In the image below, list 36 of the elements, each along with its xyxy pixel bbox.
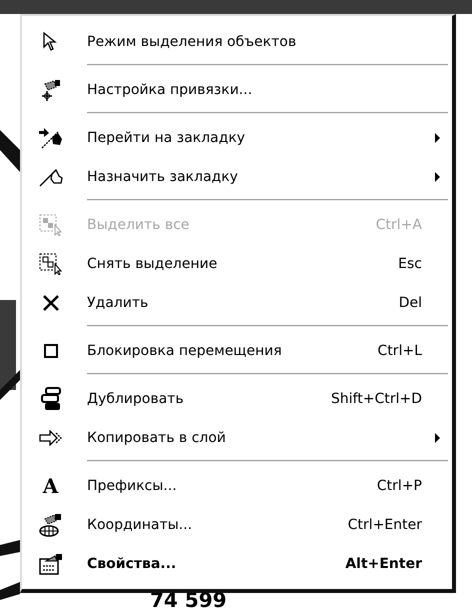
deselect-icon (38, 252, 62, 274)
canvas-label: 74 599 (150, 589, 227, 611)
canvas-stroke (0, 582, 20, 600)
menu-item[interactable]: Снять выделение Esc (22, 244, 452, 283)
menu-item[interactable]: Дублировать Shift+Ctrl+D (22, 379, 452, 418)
flag-icon (38, 166, 62, 186)
menu-item[interactable]: Режим выделения объектов (22, 22, 452, 61)
shortcut-text: Ctrl+L (378, 342, 422, 358)
menu-item[interactable]: Назначить закладку (22, 157, 452, 196)
canvas-stroke (0, 540, 20, 556)
checkbox[interactable] (44, 344, 58, 358)
shortcut-text: Esc (398, 256, 422, 272)
menu-item[interactable]: Перейти на закладку (22, 118, 452, 157)
delete-icon (42, 294, 60, 312)
grid-icon (38, 512, 62, 536)
shortcut-text: Alt+Enter (345, 556, 422, 572)
shortcut-text: Ctrl+A (376, 216, 422, 232)
arrow-icon (38, 430, 62, 446)
duplicate-icon (40, 386, 62, 410)
menu-item[interactable]: Настройка привязки... (22, 70, 452, 109)
letter-icon: A (42, 474, 58, 496)
properties-icon (38, 552, 62, 574)
shortcut-text: Ctrl+Enter (348, 516, 422, 532)
snap-icon (40, 78, 62, 100)
menu-item[interactable]: Копировать в слой (22, 418, 452, 457)
menu-item[interactable]: Свойства... Alt+Enter (22, 544, 452, 583)
menu-item[interactable]: A Префиксы... Ctrl+P (22, 466, 452, 505)
menu-item[interactable]: Блокировка перемещения Ctrl+L (22, 331, 452, 370)
menu-item[interactable]: Удалить Del (22, 283, 452, 322)
shortcut-text: Ctrl+P (376, 478, 422, 494)
shortcut-text: Del (398, 294, 422, 310)
shortcut-text: Shift+Ctrl+D (331, 390, 422, 406)
select-all-icon (38, 214, 62, 236)
menu-item[interactable]: Координаты... Ctrl+Enter (22, 505, 452, 544)
cursor-icon (42, 32, 60, 52)
bookmark-arrow-icon (38, 126, 64, 148)
